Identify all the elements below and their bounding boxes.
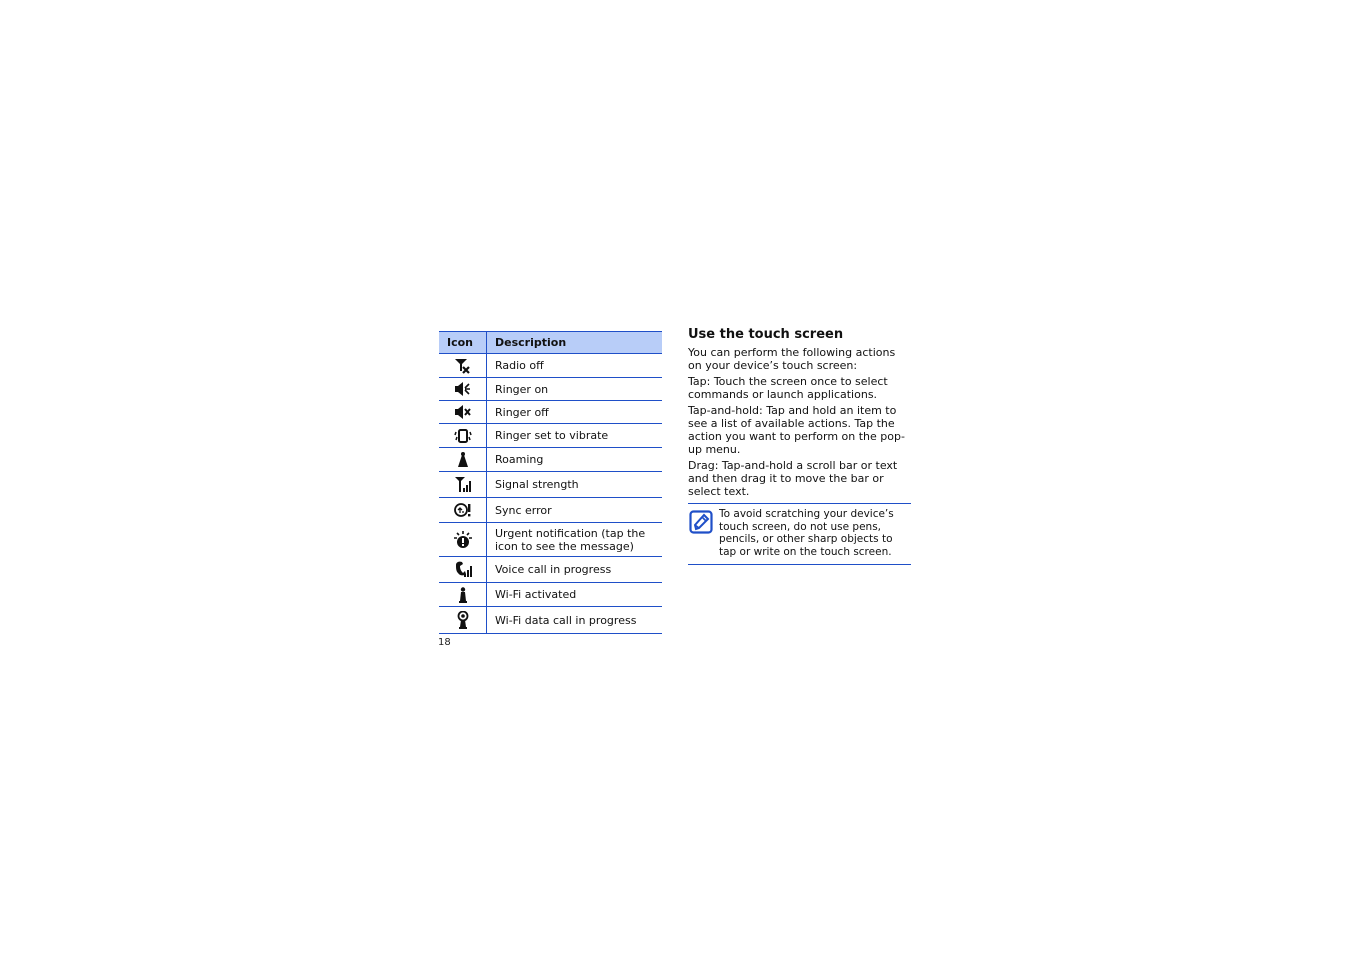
row-description: Signal strength [486, 471, 662, 498]
ringer-off-icon [454, 405, 471, 419]
wifi-activated-icon [458, 586, 467, 603]
wifi-data-call-icon [457, 611, 468, 629]
table-row: Wi-Fi data call in progress [439, 606, 662, 634]
row-description: Ringer off [486, 400, 662, 424]
table-row: Sync error [439, 497, 662, 523]
table-row: Voice call in progress [439, 556, 662, 583]
row-description: Wi-Fi activated [486, 582, 662, 607]
tap-and-hold-paragraph: Tap-and-hold: Tap and hold an item to se… [688, 404, 905, 456]
roaming-icon [457, 451, 468, 467]
section-intro: You can perform the following actions on… [688, 346, 896, 372]
note-box: To avoid scratching your device’s touch … [688, 503, 911, 565]
urgent-notification-icon [453, 530, 472, 548]
manual-page: Icon Description Radio off Ringer on Rin… [0, 0, 1351, 954]
table-row: Ringer off [439, 400, 662, 424]
radio-off-icon [454, 358, 470, 374]
table-header-row: Icon Description [439, 331, 662, 354]
row-description: Urgent notification (tap the icon to see… [486, 522, 662, 557]
ringer-on-icon [454, 382, 470, 396]
voice-call-icon [455, 561, 472, 577]
row-description: Radio off [486, 353, 662, 378]
row-description: Wi-Fi data call in progress [486, 606, 662, 634]
row-description: Sync error [486, 497, 662, 523]
note-pencil-icon [689, 510, 713, 534]
table-row: Urgent notification (tap the icon to see… [439, 522, 662, 557]
note-text: To avoid scratching your device’s touch … [719, 508, 894, 559]
table-row: Radio off [439, 353, 662, 378]
header-icon: Icon [439, 331, 487, 354]
tap-paragraph: Tap: Touch the screen once to select com… [688, 375, 888, 401]
table-row: Wi-Fi activated [439, 582, 662, 607]
drag-paragraph: Drag: Tap-and-hold a scroll bar or text … [688, 459, 898, 498]
section-title: Use the touch screen [688, 327, 844, 342]
row-description: Ringer on [486, 377, 662, 401]
row-description: Roaming [486, 447, 662, 472]
page-number: 18 [438, 637, 451, 648]
table-row: Ringer set to vibrate [439, 423, 662, 448]
vibrate-icon [453, 428, 472, 443]
table-row: Signal strength [439, 471, 662, 498]
status-icon-table: Icon Description Radio off Ringer on Rin… [439, 331, 662, 634]
table-row: Ringer on [439, 377, 662, 401]
row-description: Voice call in progress [486, 556, 662, 583]
table-row: Roaming [439, 447, 662, 472]
touch-screen-section: Use the touch screen You can perform the… [688, 327, 911, 565]
header-description: Description [486, 331, 662, 354]
row-description: Ringer set to vibrate [486, 423, 662, 448]
signal-strength-icon [454, 477, 471, 492]
sync-error-icon [453, 503, 470, 517]
